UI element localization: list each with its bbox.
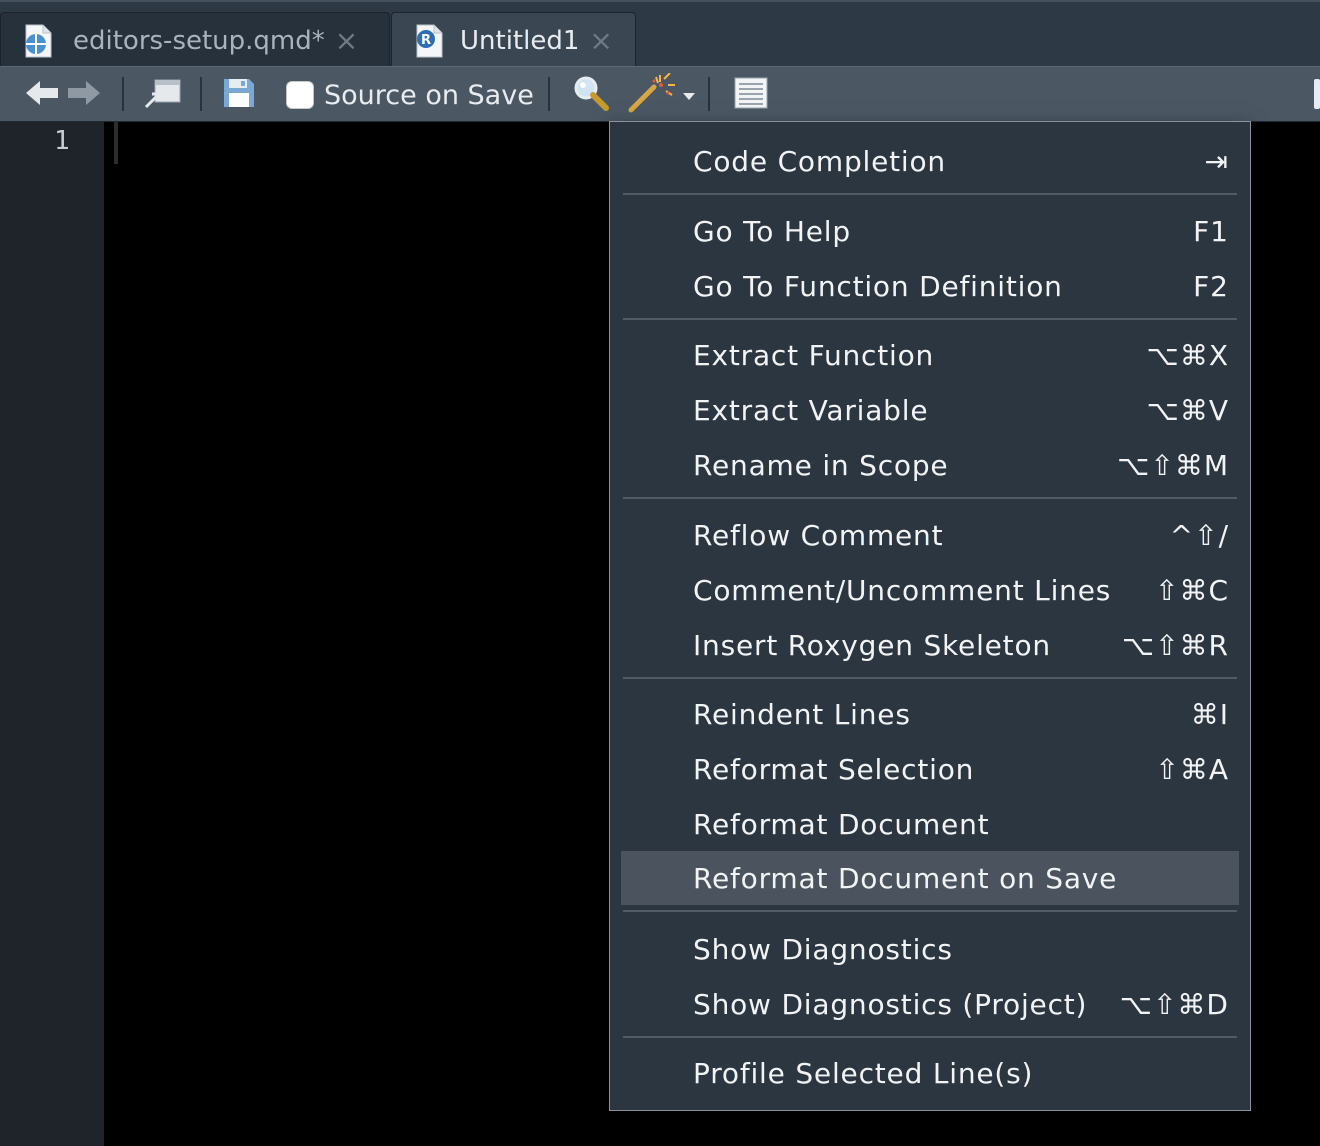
menu-item-comment-uncomment-lines[interactable]: Comment/Uncomment Lines ⇧⌘C [621,563,1239,617]
menu-divider [623,318,1237,320]
tab-label: editors-setup.qmd* [73,25,325,56]
menu-item-shortcut: F2 [1193,269,1229,303]
rstudio-editor-window: editors-setup.qmd* × R Untitled1 × Sourc… [0,0,1320,1146]
tab-close-icon[interactable]: × [335,24,358,57]
source-on-save-checkbox[interactable] [286,81,314,109]
menu-divider [623,193,1237,195]
menu-item-go-to-function-definition[interactable]: Go To Function Definition F2 [621,259,1239,313]
menu-item-extract-function[interactable]: Extract Function ⌥⌘X [621,328,1239,382]
menu-item-extract-variable[interactable]: Extract Variable ⌥⌘V [621,383,1239,437]
forward-arrow-icon [66,77,102,113]
back-arrow-icon [24,77,60,113]
menu-item-reindent-lines[interactable]: Reindent Lines ⌘I [621,687,1239,741]
menu-item-rename-in-scope[interactable]: Rename in Scope ⌥⇧⌘M [621,438,1239,492]
menu-item-reformat-document[interactable]: Reformat Document [621,797,1239,851]
code-tools-menu: Code Completion ⇥ Go To Help F1 Go To Fu… [609,121,1251,1111]
quarto-document-icon [23,24,53,58]
forward-button[interactable] [66,67,102,123]
menu-item-label: Code Completion [693,144,946,178]
menu-item-shortcut: ⌥⌘X [1146,338,1229,372]
menu-item-reformat-document-on-save[interactable]: Reformat Document on Save [621,851,1239,905]
source-on-save-label: Source on Save [324,79,534,111]
menu-item-label: Reflow Comment [693,518,944,552]
source-on-save-toggle[interactable]: Source on Save [286,67,534,123]
menu-item-label: Reindent Lines [693,697,911,731]
menu-item-insert-roxygen-skeleton[interactable]: Insert Roxygen Skeleton ⌥⇧⌘R [621,618,1239,672]
menu-item-shortcut: ⌘I [1190,697,1229,731]
toolbar-separator [708,77,710,111]
menu-item-label: Reformat Selection [693,752,975,786]
menu-item-shortcut: ⇧⌘A [1155,752,1229,786]
menu-item-shortcut: ⌥⇧⌘D [1119,987,1229,1021]
find-replace-button[interactable] [572,67,610,123]
notebook-icon [733,76,769,114]
back-button[interactable] [24,67,60,123]
editor-toolbar: Source on Save [0,66,1320,122]
menu-item-go-to-help[interactable]: Go To Help F1 [621,204,1239,258]
line-number-gutter [0,122,104,1146]
menu-item-label: Extract Variable [693,393,929,427]
menu-item-shortcut: F1 [1193,214,1229,248]
menu-item-profile-selected-lines[interactable]: Profile Selected Line(s) [621,1046,1239,1100]
menu-item-show-diagnostics[interactable]: Show Diagnostics [621,922,1239,976]
toolbar-separator [548,77,550,111]
menu-item-label: Comment/Uncomment Lines [693,573,1112,607]
save-icon [222,77,256,113]
save-button[interactable] [222,67,256,123]
tab-label: Untitled1 [460,25,580,56]
menu-item-shortcut: ⇧⌘C [1154,573,1229,607]
menu-divider [623,497,1237,499]
menu-item-label: Go To Help [693,214,851,248]
menu-item-shortcut: ^⇧/ [1169,518,1229,552]
menu-item-shortcut: ⇥ [1204,144,1229,178]
code-tools-menu-button[interactable] [628,67,696,123]
menu-divider [623,677,1237,679]
tab-bar: editors-setup.qmd* × R Untitled1 × [0,0,1320,68]
menu-item-shortcut: ⌥⇧⌘M [1117,448,1229,482]
menu-item-label: Reformat Document [693,807,990,841]
show-in-new-window-button[interactable] [144,67,182,123]
menu-item-reflow-comment[interactable]: Reflow Comment ^⇧/ [621,508,1239,562]
menu-item-label: Show Diagnostics [693,932,953,966]
toolbar-overflow-edge [1314,79,1320,109]
chevron-down-icon [682,86,696,105]
tab-editors-setup[interactable]: editors-setup.qmd* × [0,12,390,68]
menu-divider [623,1036,1237,1038]
show-in-new-window-icon [144,77,182,113]
toolbar-separator [122,77,124,111]
menu-item-label: Reformat Document on Save [693,861,1118,895]
magnifier-icon [572,75,610,115]
menu-item-code-completion[interactable]: Code Completion ⇥ [621,134,1239,188]
magic-wand-icon [628,72,676,117]
menu-item-label: Go To Function Definition [693,269,1063,303]
svg-text:R: R [421,33,431,48]
line-number: 1 [54,126,70,156]
menu-item-shortcut: ⌥⌘V [1146,393,1229,427]
menu-item-label: Rename in Scope [693,448,949,482]
menu-item-label: Profile Selected Line(s) [693,1056,1034,1090]
r-script-icon: R [414,24,444,58]
menu-item-reformat-selection[interactable]: Reformat Selection ⇧⌘A [621,742,1239,796]
toolbar-separator [200,77,202,111]
menu-item-label: Extract Function [693,338,935,372]
menu-divider [623,910,1237,912]
menu-item-shortcut: ⌥⇧⌘R [1121,628,1229,662]
tab-untitled1[interactable]: R Untitled1 × [391,12,636,68]
menu-item-show-diagnostics-project[interactable]: Show Diagnostics (Project) ⌥⇧⌘D [621,977,1239,1031]
menu-item-label: Insert Roxygen Skeleton [693,628,1051,662]
menu-item-label: Show Diagnostics (Project) [693,987,1088,1021]
compile-report-button[interactable] [733,67,769,123]
tab-close-icon[interactable]: × [589,24,612,57]
